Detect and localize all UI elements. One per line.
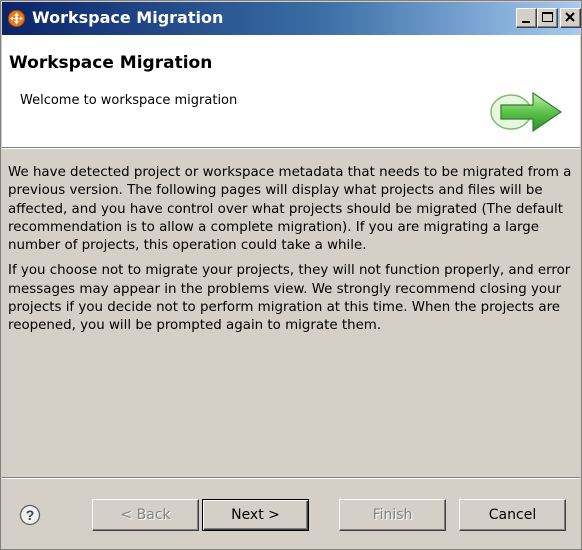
svg-text:?: ? [26,507,35,523]
window-title: Workspace Migration [32,8,224,27]
finish-button[interactable]: Finish [339,499,446,531]
maximize-icon [542,12,553,22]
close-icon [565,12,575,22]
description-paragraph-2: If you choose not to migrate your projec… [8,263,571,334]
cancel-button[interactable]: Cancel [459,499,566,531]
description-paragraph-1: We have detected project or workspace me… [8,165,572,254]
maximize-button[interactable] [537,8,558,28]
back-button[interactable]: < Back [92,499,199,531]
minimize-icon [522,21,530,23]
wizard-description: We have detected project or workspace me… [8,164,573,343]
migration-app-icon [8,10,25,27]
help-icon[interactable]: ? [19,504,41,526]
page-title: Workspace Migration [9,53,213,73]
title-bar[interactable]: Workspace Migration [2,2,581,35]
page-subtitle: Welcome to workspace migration [20,93,238,108]
green-arrow-icon [490,91,563,133]
close-button[interactable] [560,8,581,28]
next-button[interactable]: Next > [202,499,309,531]
button-bar-separator [2,477,580,479]
minimize-button[interactable] [516,8,537,28]
workspace-migration-dialog: Workspace Migration Workspace Migration … [0,0,582,550]
wizard-header-banner: Workspace Migration Welcome to workspace… [2,35,580,148]
